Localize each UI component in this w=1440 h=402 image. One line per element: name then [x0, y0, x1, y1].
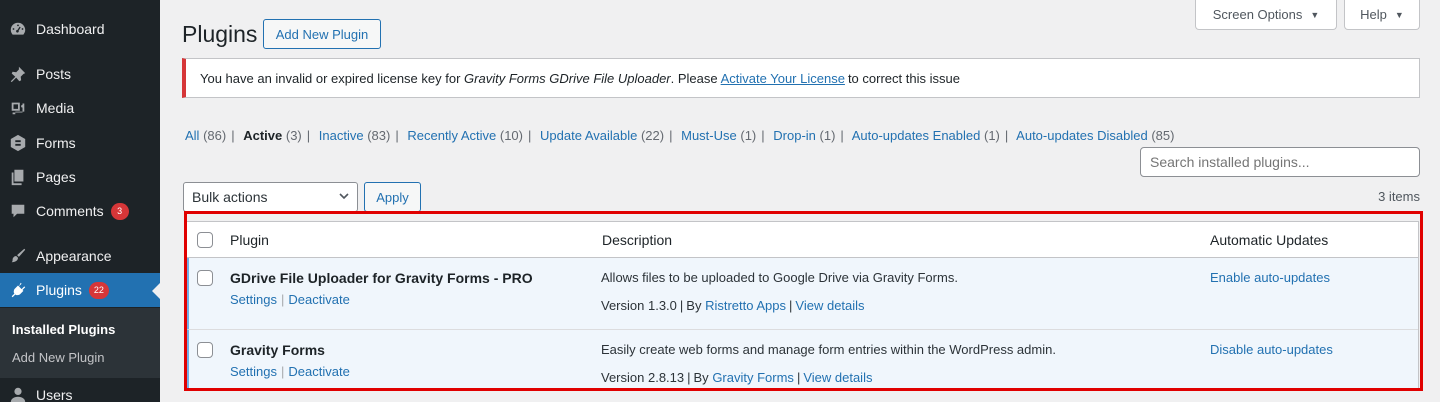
page-title: Plugins — [182, 21, 258, 47]
settings-link[interactable]: Settings — [230, 292, 277, 307]
menu-users[interactable]: Users — [0, 378, 160, 402]
menu-pages-label: Pages — [36, 169, 76, 185]
menu-plugins[interactable]: Plugins 22 — [0, 273, 160, 307]
menu-media[interactable]: Media — [0, 91, 160, 125]
column-header-automatic-updates: Automatic Updates — [1210, 232, 1329, 248]
plugins-update-badge: 22 — [88, 281, 109, 299]
table-row: Gravity Forms Settings | Deactivate Easily… — [185, 330, 1418, 390]
filter-active[interactable]: Active — [243, 128, 282, 143]
author-link[interactable]: Gravity Forms — [712, 370, 794, 385]
menu-forms[interactable]: Forms — [0, 126, 160, 160]
license-error-notice: You have an invalid or expired license k… — [182, 58, 1420, 98]
bulk-actions-value: Bulk actions — [192, 189, 268, 205]
apply-button[interactable]: Apply — [364, 182, 421, 212]
pages-icon — [0, 168, 36, 186]
menu-comments-label: Comments — [36, 203, 104, 219]
row-actions: Settings | Deactivate — [230, 292, 350, 307]
comment-icon — [0, 202, 36, 220]
add-new-plugin-button[interactable]: Add New Plugin — [263, 19, 381, 49]
notice-text-end: to correct this issue — [847, 70, 960, 86]
submenu-installed-plugins[interactable]: Installed Plugins — [12, 322, 115, 337]
plugins-table: Plugin Description Automatic Updates GDr… — [184, 221, 1419, 390]
menu-dashboard[interactable]: Dashboard — [0, 12, 160, 46]
plugin-version: Version 1.3.0 — [601, 298, 677, 313]
menu-forms-label: Forms — [36, 135, 76, 151]
search-plugins-input[interactable] — [1140, 147, 1420, 177]
filter-recently-active[interactable]: Recently Active — [407, 128, 496, 143]
view-details-link[interactable]: View details — [803, 370, 872, 385]
screen-options-button[interactable]: Screen Options ▼ — [1195, 0, 1337, 30]
notice-text: You have an invalid or expired license k… — [200, 70, 461, 86]
settings-link[interactable]: Settings — [230, 364, 277, 379]
filter-all[interactable]: All — [185, 128, 199, 143]
author-link[interactable]: Ristretto Apps — [705, 298, 786, 313]
chevron-down-icon — [339, 193, 349, 200]
menu-posts[interactable]: Posts — [0, 57, 160, 91]
pin-icon — [0, 65, 36, 83]
bulk-actions-select[interactable]: Bulk actions — [183, 182, 358, 212]
caret-down-icon: ▼ — [1310, 9, 1320, 20]
media-icon — [0, 99, 36, 117]
filter-drop-in[interactable]: Drop-in — [773, 128, 816, 143]
menu-plugins-label: Plugins — [36, 282, 82, 298]
menu-pages[interactable]: Pages — [0, 160, 160, 194]
filter-must-use[interactable]: Must-Use — [681, 128, 737, 143]
filter-auto-updates-disabled[interactable]: Auto-updates Disabled — [1016, 128, 1148, 143]
plugin-icon — [0, 281, 36, 299]
items-count: 3 items — [1378, 189, 1420, 204]
view-details-link[interactable]: View details — [795, 298, 864, 313]
caret-down-icon: ▼ — [1394, 9, 1404, 20]
plugins-submenu: Installed Plugins Add New Plugin — [0, 308, 160, 378]
screen-options-label: Screen Options — [1212, 7, 1303, 22]
forms-icon — [0, 134, 36, 152]
plugin-meta: Version 1.3.0 | By Ristretto Apps | View det… — [601, 298, 865, 313]
menu-posts-label: Posts — [36, 66, 72, 82]
menu-dashboard-label: Dashboard — [36, 21, 105, 37]
notice-text-mid: . Please — [670, 70, 718, 86]
admin-sidebar: Dashboard Posts Media Forms Pages Commen… — [0, 0, 160, 402]
row-checkbox[interactable] — [197, 270, 213, 286]
plugin-name: GDrive File Uploader for Gravity Forms -… — [230, 270, 533, 286]
plugin-description: Allows files to be uploaded to Google Dr… — [601, 270, 958, 285]
filter-auto-updates-enabled[interactable]: Auto-updates Enabled — [852, 128, 981, 143]
menu-comments[interactable]: Comments 3 — [0, 194, 160, 228]
row-checkbox[interactable] — [197, 342, 213, 358]
row-actions: Settings | Deactivate — [230, 364, 350, 379]
help-label: Help — [1360, 7, 1387, 22]
plugin-name: Gravity Forms — [230, 342, 325, 358]
submenu-add-new-plugin[interactable]: Add New Plugin — [12, 350, 105, 365]
comments-count-badge: 3 — [110, 202, 129, 220]
table-header-row: Plugin Description Automatic Updates — [185, 222, 1418, 258]
plugin-meta: Version 2.8.13 | By Gravity Forms | View det… — [601, 370, 873, 385]
help-button[interactable]: Help ▼ — [1344, 0, 1420, 30]
plugin-status-filters: All (86) | Active (3) | Inactive (83) | Rec… — [185, 128, 1175, 143]
deactivate-link[interactable]: Deactivate — [288, 364, 349, 379]
enable-auto-updates-link[interactable]: Enable auto-updates — [1210, 270, 1330, 285]
disable-auto-updates-link[interactable]: Disable auto-updates — [1210, 342, 1333, 357]
menu-media-label: Media — [36, 100, 75, 116]
filter-inactive[interactable]: Inactive — [319, 128, 364, 143]
dashboard-icon — [0, 20, 36, 38]
paintbrush-icon — [0, 247, 36, 265]
menu-appearance[interactable]: Appearance — [0, 239, 160, 273]
plugin-description: Easily create web forms and manage form … — [601, 342, 1056, 357]
activate-license-link[interactable]: Activate Your License — [721, 71, 845, 86]
notice-product: Gravity Forms GDrive File Uploader — [464, 70, 671, 86]
column-header-plugin[interactable]: Plugin — [230, 232, 269, 248]
plugin-version: Version 2.8.13 — [601, 370, 685, 385]
main-content: Plugins Add New Plugin Screen Options ▼ … — [160, 0, 1440, 402]
menu-users-label: Users — [36, 387, 73, 402]
menu-appearance-label: Appearance — [36, 248, 112, 264]
deactivate-link[interactable]: Deactivate — [288, 292, 349, 307]
select-all-checkbox[interactable] — [197, 232, 213, 248]
users-icon — [0, 386, 36, 402]
table-row: GDrive File Uploader for Gravity Forms -… — [185, 258, 1418, 330]
filter-update-available[interactable]: Update Available — [540, 128, 637, 143]
column-header-description: Description — [602, 232, 673, 248]
